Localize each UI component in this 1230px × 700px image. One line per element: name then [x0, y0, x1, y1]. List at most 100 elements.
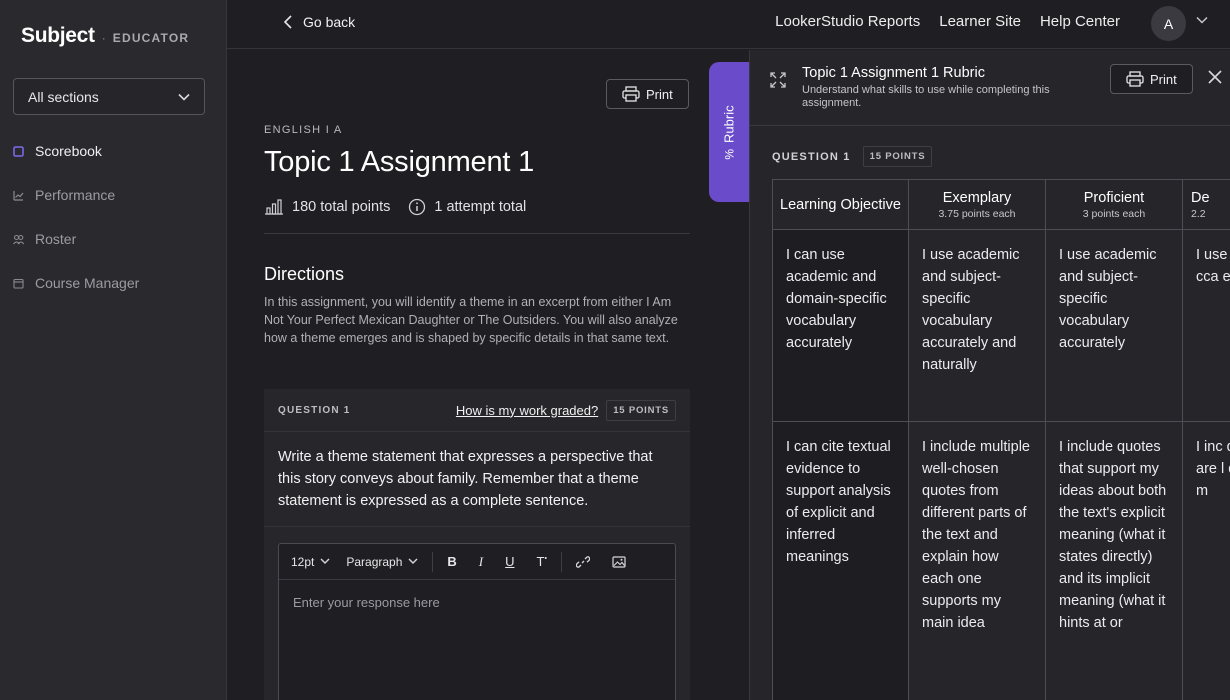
expand-icon[interactable]	[770, 72, 786, 88]
question-card: QUESTION 1 How is my work graded? 15 POI…	[264, 389, 690, 700]
scorebook-icon	[13, 145, 24, 157]
rubric-tab-content: % Rubric	[722, 105, 737, 159]
directions-heading: Directions	[264, 264, 345, 284]
bold-button[interactable]: B	[447, 554, 456, 569]
brand-separator: ·	[101, 31, 106, 45]
printer-icon	[622, 86, 640, 102]
link-icon[interactable]	[575, 555, 590, 569]
chevron-left-icon	[283, 15, 292, 29]
print-button[interactable]: Print	[606, 79, 689, 109]
rubric-col-developing: De 2.2	[1182, 179, 1230, 230]
section-select[interactable]: All sections	[13, 78, 205, 115]
rubric-cell-exemplary: I use academic and subject-specific voca…	[908, 229, 1046, 422]
rubric-cell-objective: I can use academic and domain-specific v…	[772, 229, 909, 422]
question-label: QUESTION 1	[278, 404, 351, 416]
info-icon	[409, 198, 426, 216]
attempts: 1 attempt total	[408, 198, 526, 216]
image-icon[interactable]	[612, 555, 626, 568]
rubric-header-row: Learning Objective Exemplary 3.75 points…	[772, 179, 1230, 230]
chevron-down-icon[interactable]	[1196, 16, 1208, 24]
top-links: LookerStudio Reports Learner Site Help C…	[775, 13, 1120, 30]
print-label: Print	[646, 86, 673, 102]
response-input[interactable]: Enter your response here	[279, 580, 675, 625]
top-bar: Go back LookerStudio Reports Learner Sit…	[227, 0, 1230, 49]
total-points-text: 180 total points	[292, 199, 391, 215]
superscript-button[interactable]: T•	[537, 554, 547, 569]
sidebar-item-label: Scorebook	[35, 143, 102, 159]
bar-chart-icon	[265, 199, 283, 215]
question-header: QUESTION 1 How is my work graded? 15 POI…	[264, 389, 690, 432]
block-type-value: Paragraph	[346, 554, 403, 569]
underline-button[interactable]: U	[505, 554, 514, 569]
question-prompt: Write a theme statement that expresses a…	[264, 432, 690, 527]
rubric-col-proficient: Proficient 3 points each	[1045, 179, 1183, 230]
go-back-button[interactable]: Go back	[283, 14, 355, 30]
help-center-link[interactable]: Help Center	[1040, 13, 1120, 30]
sidebar-item-label: Roster	[35, 231, 77, 247]
toolbar-separator	[432, 551, 434, 572]
avatar[interactable]: A	[1151, 6, 1186, 41]
attempts-text: 1 attempt total	[434, 199, 527, 215]
learner-site-link[interactable]: Learner Site	[939, 13, 1021, 30]
roster-people-icon	[13, 234, 24, 244]
sidebar-item-course-manager[interactable]: Course Manager	[13, 272, 213, 294]
performance-chart-icon	[13, 190, 24, 201]
rubric-question-row: QUESTION 1 15 POINTS	[772, 146, 933, 167]
rubric-tab-label: Rubric	[721, 104, 737, 143]
rubric-cell-developing: I inc quo expl are l quo con to m	[1182, 421, 1230, 700]
rubric-points-badge: 15 POINTS	[862, 146, 933, 167]
section-select-value: All sections	[28, 88, 99, 105]
font-size-select[interactable]: 12pt	[291, 555, 330, 569]
chevron-down-icon	[408, 558, 418, 564]
divider	[264, 233, 690, 234]
print-label: Print	[1150, 71, 1177, 87]
percent-icon: %	[722, 148, 736, 160]
toolbar-separator	[560, 551, 562, 572]
brand-logo[interactable]: Subject · EDUCATOR	[21, 24, 189, 48]
looker-studio-reports-link[interactable]: LookerStudio Reports	[775, 13, 920, 30]
go-back-label: Go back	[303, 14, 356, 30]
sidebar-item-scorebook[interactable]: Scorebook	[13, 140, 213, 162]
sidebar-nav: Scorebook Performance Roster Course Mana…	[13, 140, 213, 316]
close-icon[interactable]	[1207, 69, 1223, 85]
rubric-title: Topic 1 Assignment 1 Rubric	[802, 65, 985, 81]
sidebar-item-roster[interactable]: Roster	[13, 228, 213, 250]
block-type-select[interactable]: Paragraph	[346, 555, 418, 569]
sidebar-item-label: Performance	[35, 187, 116, 203]
sidebar: Subject · EDUCATOR All sections Scoreboo…	[0, 0, 227, 700]
brand-role: EDUCATOR	[112, 31, 190, 45]
table-row: I can cite textual evidence to support a…	[772, 421, 1230, 700]
column-name: Learning Objective	[780, 196, 901, 213]
italic-button[interactable]: I	[479, 554, 483, 570]
rubric-question-label: QUESTION 1	[772, 150, 851, 163]
assignment-meta: 180 total points 1 attempt total	[264, 198, 544, 216]
sidebar-item-label: Course Manager	[35, 275, 140, 291]
column-name: Proficient	[1083, 190, 1145, 206]
how-graded-link[interactable]: How is my work graded?	[456, 403, 598, 418]
rubric-cell-exemplary: I include multiple well-chosen quotes fr…	[908, 421, 1046, 700]
assignment-content: Print ENGLISH I A Topic 1 Assignment 1 1…	[227, 50, 749, 700]
rubric-print-button[interactable]: Print	[1110, 64, 1193, 94]
sidebar-item-performance[interactable]: Performance	[13, 184, 213, 206]
calendar-icon	[13, 278, 24, 289]
chevron-down-icon	[320, 558, 330, 564]
printer-icon	[1126, 71, 1144, 87]
directions-text: In this assignment, you will identify a …	[264, 295, 678, 345]
column-name: De	[1191, 190, 1210, 206]
chevron-down-icon	[178, 93, 190, 101]
rubric-panel: Topic 1 Assignment 1 Rubric Understand w…	[749, 50, 1230, 700]
rubric-cell-objective: I can cite textual evidence to support a…	[772, 421, 909, 700]
course-label: ENGLISH I A	[264, 124, 343, 136]
rubric-cell-proficient: I use academic and subject-specific voca…	[1045, 229, 1183, 422]
rubric-col-objective: Learning Objective	[772, 179, 909, 230]
response-editor: 12pt Paragraph B I U T• Enter your respo…	[278, 543, 676, 700]
rubric-cell-proficient: I include quotes that support my ideas a…	[1045, 421, 1183, 700]
table-row: I can use academic and domain-specific v…	[772, 229, 1230, 422]
points-badge: 15 POINTS	[606, 399, 676, 421]
rubric-subtitle: Understand what skills to use while comp…	[802, 84, 1050, 109]
page-title: Topic 1 Assignment 1	[264, 146, 535, 178]
column-points: 2.2	[1191, 208, 1206, 220]
rubric-col-exemplary: Exemplary 3.75 points each	[908, 179, 1046, 230]
total-points: 180 total points	[264, 199, 390, 215]
rubric-tab[interactable]: % Rubric	[709, 62, 749, 202]
